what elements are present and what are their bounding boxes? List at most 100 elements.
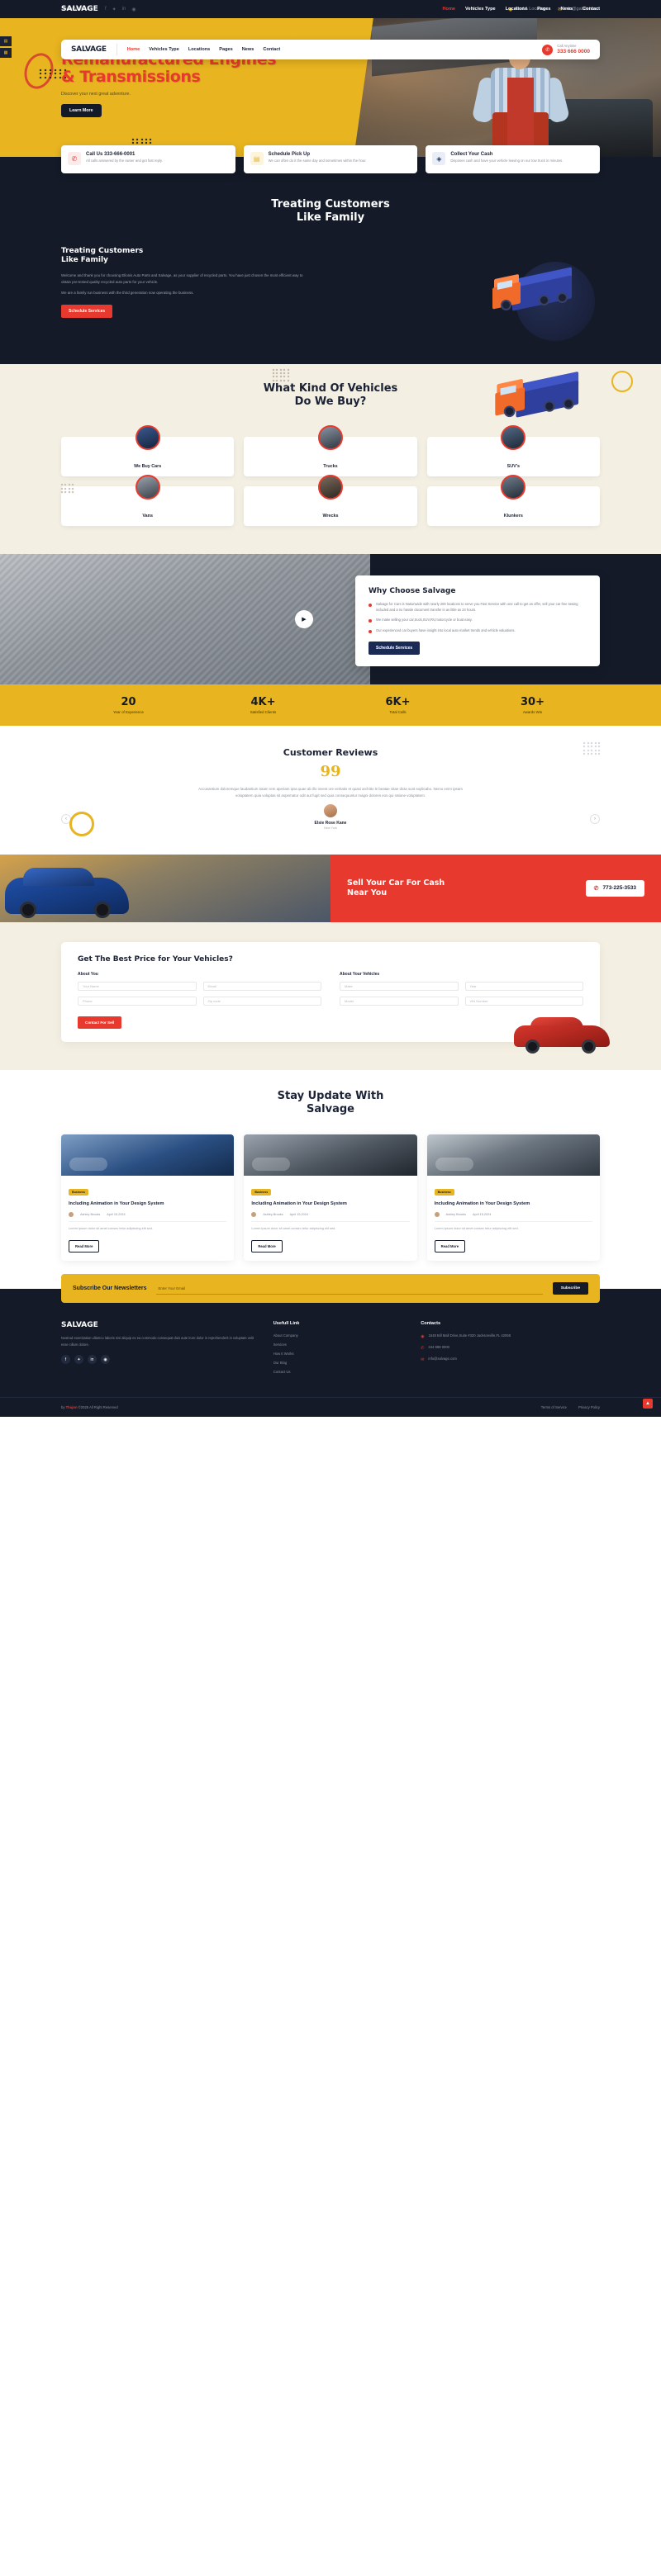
avatar [324, 803, 337, 817]
blog-read-more-button[interactable]: Read More [434, 1240, 466, 1253]
footer-link[interactable]: Services [273, 1342, 402, 1347]
footer-bottom: by Thujon ©2025 All Right Reserved Terms… [0, 1397, 661, 1417]
blog-title[interactable]: Including Animation in Your Design Syste… [69, 1201, 226, 1208]
footer-phone[interactable]: ✆ 444 888 0000 [421, 1345, 583, 1351]
mail-icon: ✉ [558, 7, 563, 12]
footer-link[interactable]: Our Blog [273, 1361, 402, 1365]
treating-paragraph-2: We are a family run business with the th… [61, 291, 194, 296]
navbar-call[interactable]: ✆ Call Anytime 333 666 0000 [542, 44, 590, 55]
blog-read-more-button[interactable]: Read More [69, 1240, 100, 1253]
hero-learn-more-button[interactable]: Learn More [61, 103, 102, 117]
nav-item-news[interactable]: News [242, 47, 254, 52]
blog-meta: Ashley Brooks April 15,2024 [69, 1212, 227, 1223]
quote-input-make[interactable]: Make [340, 981, 459, 991]
reviews-dots-decoration [583, 741, 601, 755]
quote-input-phone[interactable]: Phone [78, 996, 197, 1006]
why-schedule-services-button[interactable]: Schedule Services [369, 642, 421, 656]
vehicles-truck-illustration [476, 369, 592, 433]
topbar-location[interactable]: ◉ Find A Location [508, 7, 546, 12]
vehicle-category-card[interactable]: Wrecks [244, 475, 417, 526]
nav-item-locations[interactable]: Locations [188, 47, 210, 52]
shop-icon[interactable]: ▤ [0, 36, 12, 46]
blog-card[interactable]: Business Including Animation in Your Des… [61, 1134, 235, 1262]
facebook-icon[interactable]: f [61, 1355, 70, 1365]
nav-item-vehicles-type[interactable]: Vehicles Type [149, 47, 179, 52]
footer-contacts-column: Contacts ◉ 1548 Bill Mall Drive,Suite #3… [421, 1321, 583, 1379]
sell-phone-button[interactable]: ✆ 773-225-3533 [585, 879, 644, 897]
sell-cta-title: Sell Your Car For Cash Near You [347, 878, 445, 899]
footer-link[interactable]: About Company [273, 1333, 402, 1338]
blog-read-more-button[interactable]: Read More [251, 1240, 283, 1253]
linkedin-icon[interactable]: in [88, 1355, 97, 1365]
nav-item-contact[interactable]: Contact [263, 47, 280, 52]
quote-input-year[interactable]: Year [464, 981, 583, 991]
pinterest-icon[interactable]: ◉ [131, 7, 136, 12]
quote-input-vin[interactable]: VIN Number [464, 996, 583, 1006]
treating-subheading-line2: Like Family [61, 256, 108, 265]
footer-privacy-link[interactable]: Privacy Policy [578, 1405, 600, 1409]
vehicle-category-card[interactable]: Vans [61, 475, 235, 526]
vehicle-category-card[interactable]: We Buy Cars [61, 425, 235, 476]
topbar-email[interactable]: ✉ info@gabriel.com [558, 7, 600, 12]
category-label: Wrecks [322, 514, 339, 519]
stat-item: 30+ Awards Win [465, 696, 600, 714]
quote-input-zip[interactable]: Zip code [202, 996, 321, 1006]
feature-card-schedule[interactable]: ▤ Schedule Pick Up We can often do it th… [243, 145, 418, 173]
blog-card[interactable]: Business Including Animation in Your Des… [426, 1134, 600, 1262]
feature-card-call[interactable]: ✆ Call Us 333-666-0001 All calls answere… [61, 145, 235, 173]
category-image [135, 425, 160, 450]
newsletter-email-input[interactable]: Enter Your Email [156, 1282, 543, 1295]
nav-item-home[interactable]: Home [127, 47, 140, 52]
arrow-right-icon[interactable]: › [590, 814, 600, 825]
pinterest-icon[interactable]: ◉ [101, 1355, 110, 1365]
footer-email[interactable]: ✉ info@salvage.com [421, 1357, 583, 1362]
reviews-ring-decoration [69, 811, 94, 836]
schedule-services-button[interactable]: Schedule Services [61, 304, 113, 318]
phone-icon: ✆ [542, 44, 554, 55]
nav-item-pages[interactable]: Pages [219, 47, 232, 52]
vehicle-category-card[interactable]: SUV's [426, 425, 600, 476]
blog-title[interactable]: Including Animation in Your Design Syste… [435, 1201, 592, 1208]
footer-link[interactable]: Contact Us [273, 1370, 402, 1374]
quote-input-email[interactable]: Email [202, 981, 321, 991]
vehicle-category-card[interactable]: Klunkers [426, 475, 600, 526]
blog-card[interactable]: Business Including Animation in Your Des… [244, 1134, 417, 1262]
stat-number: 30+ [521, 696, 544, 708]
tow-truck-illustration [487, 263, 587, 321]
topbar-share: Share With Us: f ✦ in ◉ [61, 7, 136, 12]
twitter-icon[interactable]: ✦ [74, 1355, 83, 1365]
sell-cta-section: Sell Your Car For Cash Near You ✆ 773-22… [0, 854, 661, 922]
quote-input-model[interactable]: Model [340, 996, 459, 1006]
blog-title[interactable]: Including Animation in Your Design Syste… [251, 1201, 409, 1208]
newsletter-subscribe-button[interactable]: Subscribe [552, 1282, 588, 1295]
linkedin-icon[interactable]: in [122, 7, 126, 12]
facebook-icon[interactable]: f [105, 7, 107, 12]
twitter-icon[interactable]: ✦ [112, 7, 117, 12]
footer-terms-link[interactable]: Terms of Service [541, 1405, 567, 1409]
cart-icon[interactable]: ▦ [0, 48, 12, 58]
why-choose-card: Why Choose Salvage Salvage for Cars is N… [355, 575, 600, 667]
footer-about-text: Nostrud exercitation ullamco laboris nis… [61, 1336, 254, 1347]
sell-title-line1: Sell Your Car For Cash [347, 878, 445, 888]
page-root: ▤ ▦ Share With Us: f ✦ in ◉ ◉ Find A Loc… [0, 0, 661, 1418]
quote-input-name[interactable]: Your Name [78, 981, 197, 991]
footer: Subscribe Our Newsletters Enter Your Ema… [0, 1274, 661, 1418]
navbar-logo[interactable]: SALVAGE [71, 45, 107, 54]
copyright-brand[interactable]: Thujon [66, 1405, 78, 1409]
blog-heading-line1: Stay Update With [277, 1089, 384, 1102]
stat-item: 6K+ Total Calls [330, 696, 465, 714]
quote-submit-button[interactable]: Contact For Sell [78, 1016, 122, 1029]
feature-card-title: Call Us 333-666-0001 [86, 152, 136, 157]
arrow-up-icon[interactable]: ▲ [643, 1399, 653, 1409]
blog-thumbnail [61, 1134, 235, 1177]
quote-group-label: About You [78, 971, 98, 977]
sell-phone-number: 773-225-3533 [602, 885, 636, 892]
calendar-icon: ▤ [250, 152, 264, 165]
vehicle-category-card[interactable]: Trucks [244, 425, 417, 476]
quote-form-title: Get The Best Price for Your Vehicles? [78, 954, 233, 964]
feature-card-cash[interactable]: ◈ Collect Your Cash Disposes cash and ha… [426, 145, 601, 173]
play-icon[interactable]: ▶ [295, 610, 313, 628]
category-image [317, 475, 343, 500]
footer-link[interactable]: How It Works [273, 1352, 402, 1356]
cash-icon: ◈ [432, 152, 446, 165]
